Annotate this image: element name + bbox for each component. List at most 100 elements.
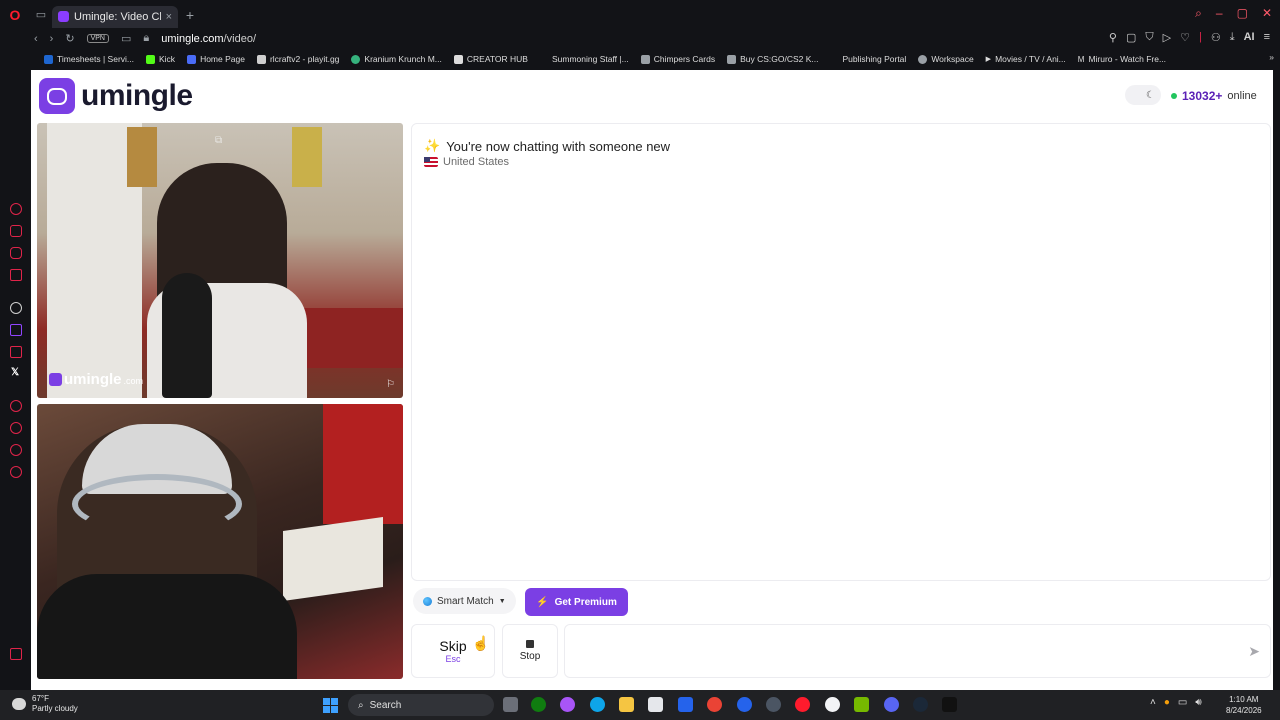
task-view-icon[interactable] (503, 697, 518, 712)
minimize-icon[interactable]: – (1216, 6, 1223, 21)
pin-icon[interactable]: ⚲ (1109, 31, 1117, 44)
vpn-badge[interactable]: VPN (86, 34, 109, 43)
lock-icon: 🔒︎ (143, 32, 150, 44)
sidebar-twitch-icon[interactable] (10, 324, 22, 336)
nvidia-icon[interactable] (854, 697, 869, 712)
bookmark-item[interactable]: Timesheets | Servi... (38, 54, 140, 64)
forward-icon[interactable]: › (50, 33, 54, 45)
sidebar-player-icon[interactable] (10, 400, 22, 412)
obs-icon[interactable] (766, 697, 781, 712)
maximize-icon[interactable]: ▢ (1237, 6, 1248, 21)
steelseries-icon[interactable] (825, 697, 840, 712)
camera-icon[interactable]: ▭ (121, 32, 131, 45)
windows-start-icon[interactable] (323, 698, 338, 713)
mouse-cursor-icon: ☝ (472, 635, 490, 651)
cloud-icon (12, 698, 26, 710)
taskbar-clock[interactable]: 1:10 AM 8/24/2026 (1226, 694, 1262, 716)
bookmark-item[interactable]: rlcraftv2 - playit.gg (251, 54, 345, 64)
store-icon[interactable] (648, 697, 663, 712)
ai-button[interactable]: AI (1244, 31, 1255, 44)
bookmark-label: Chimpers Cards (653, 54, 716, 64)
search-tabs-icon[interactable]: ⌕ (1195, 6, 1202, 21)
browser-tab-active[interactable]: Umingle: Video Chat wi × (52, 5, 178, 28)
steam-icon[interactable] (913, 697, 928, 712)
sidebar-instagram-icon[interactable] (10, 247, 22, 259)
ea-icon[interactable] (737, 697, 752, 712)
site-logo[interactable]: umingle (39, 78, 193, 114)
bookmark-label: Timesheets | Servi... (57, 54, 134, 64)
bookmark-item[interactable]: Workspace (912, 54, 979, 64)
chrome-icon[interactable] (707, 697, 722, 712)
bookmark-item[interactable]: ▶ Movies / TV / Ani... (980, 54, 1072, 64)
chevron-up-icon[interactable]: ˄ (1150, 697, 1156, 708)
sidebar-settings-icon[interactable] (10, 466, 22, 478)
reload-icon[interactable]: ↻ (65, 32, 74, 45)
sidebar-store-icon[interactable] (10, 225, 22, 237)
edge-icon[interactable] (590, 697, 605, 712)
bookmark-favicon-icon (727, 54, 737, 64)
heart-icon[interactable]: ♡ (1180, 31, 1190, 44)
opera-gx-icon[interactable] (795, 697, 810, 712)
sidebar-x-icon[interactable]: 𝕏 (11, 367, 19, 378)
tab-islands-icon[interactable]: ▭ (30, 0, 52, 29)
copilot-icon[interactable] (560, 697, 575, 712)
bookmark-item[interactable]: Buy CS:GO/CS2 K... (721, 54, 824, 64)
file-explorer-icon[interactable] (619, 697, 634, 712)
download-icon[interactable]: ⤓ (1230, 31, 1235, 44)
account-icon[interactable]: ⚇ (1211, 31, 1221, 44)
address-bar[interactable]: umingle.com/video/ (161, 33, 256, 45)
page-scrollbar[interactable] (1273, 70, 1280, 690)
taskbar-search[interactable]: ⌕ Search (348, 694, 494, 716)
expand-icon[interactable]: ⧉ (215, 135, 222, 146)
bookmark-label: Summoning Staff |... (551, 54, 629, 64)
sidebar-history-icon[interactable] (10, 422, 22, 434)
back-icon[interactable]: ‹ (34, 33, 38, 45)
bookmarks-overflow-icon[interactable]: » (1269, 52, 1274, 62)
bookmark-item[interactable]: Publishing Portal (837, 54, 913, 64)
send-icon[interactable]: ➤ (1248, 643, 1260, 660)
sidebar-aria-icon[interactable] (10, 203, 22, 215)
streamlabs-icon[interactable] (942, 697, 957, 712)
skip-shortcut-hint: Esc (445, 654, 461, 664)
bookmark-item[interactable]: Kick (140, 54, 181, 64)
weather-widget[interactable]: 67°F Partly cloudy (12, 694, 78, 714)
bookmark-item[interactable]: Summoning Staff |... (546, 54, 635, 64)
new-tab-icon[interactable]: + (178, 7, 202, 23)
umingle-favicon-icon (58, 11, 69, 22)
temperature: 67°F (32, 694, 49, 703)
shield-icon[interactable]: ⛉ (1145, 31, 1153, 44)
play-icon[interactable]: ▷ (1163, 31, 1171, 44)
volume-icon[interactable]: 🔊︎ (1195, 697, 1201, 708)
smart-match-dropdown[interactable]: Smart Match ▼ (413, 588, 516, 614)
sidebar-chatgpt-icon[interactable] (10, 302, 22, 314)
message-input[interactable]: ➤ (564, 624, 1271, 678)
stop-button[interactable]: Stop (502, 624, 558, 678)
tab-close-icon[interactable]: × (166, 11, 172, 23)
divider-icon: | (1198, 31, 1202, 43)
sidebar-tools-icon[interactable] (10, 346, 22, 358)
bookmark-item[interactable]: Kranium Krunch M... (345, 54, 447, 64)
discord-icon[interactable] (884, 697, 899, 712)
bookmark-item[interactable]: M Miruro - Watch Fre... (1072, 54, 1172, 64)
menu-icon[interactable]: ≡ (1264, 31, 1270, 44)
sparkle-icon: ✨ (424, 138, 441, 153)
opera-logo-icon[interactable]: O (0, 0, 30, 29)
kick-icon (146, 54, 155, 64)
sidebar-extensions-icon[interactable] (10, 444, 22, 456)
network-icon[interactable]: ▭ (1178, 697, 1187, 708)
xbox-icon[interactable] (531, 697, 546, 712)
microphone-tray-icon[interactable]: ● (1164, 697, 1170, 708)
bookmark-item[interactable]: Chimpers Cards (635, 54, 721, 64)
dark-mode-toggle[interactable]: ☾ (1125, 85, 1161, 105)
mail-icon[interactable] (678, 697, 693, 712)
bookmark-item[interactable]: Home Page (181, 54, 251, 64)
get-premium-button[interactable]: ⚡ Get Premium (525, 588, 628, 616)
sidebar-gmail-icon[interactable] (10, 269, 22, 281)
chevron-down-icon: ▼ (498, 597, 506, 605)
miruro-icon: M (1077, 54, 1085, 64)
close-window-icon[interactable]: ✕ (1262, 6, 1272, 21)
snapshot-icon[interactable]: ▢ (1126, 31, 1136, 44)
bookmark-item[interactable]: CREATOR HUB (448, 54, 534, 64)
report-flag-icon[interactable]: ⚐ (386, 379, 395, 390)
sidebar-more-icon[interactable] (10, 648, 22, 660)
